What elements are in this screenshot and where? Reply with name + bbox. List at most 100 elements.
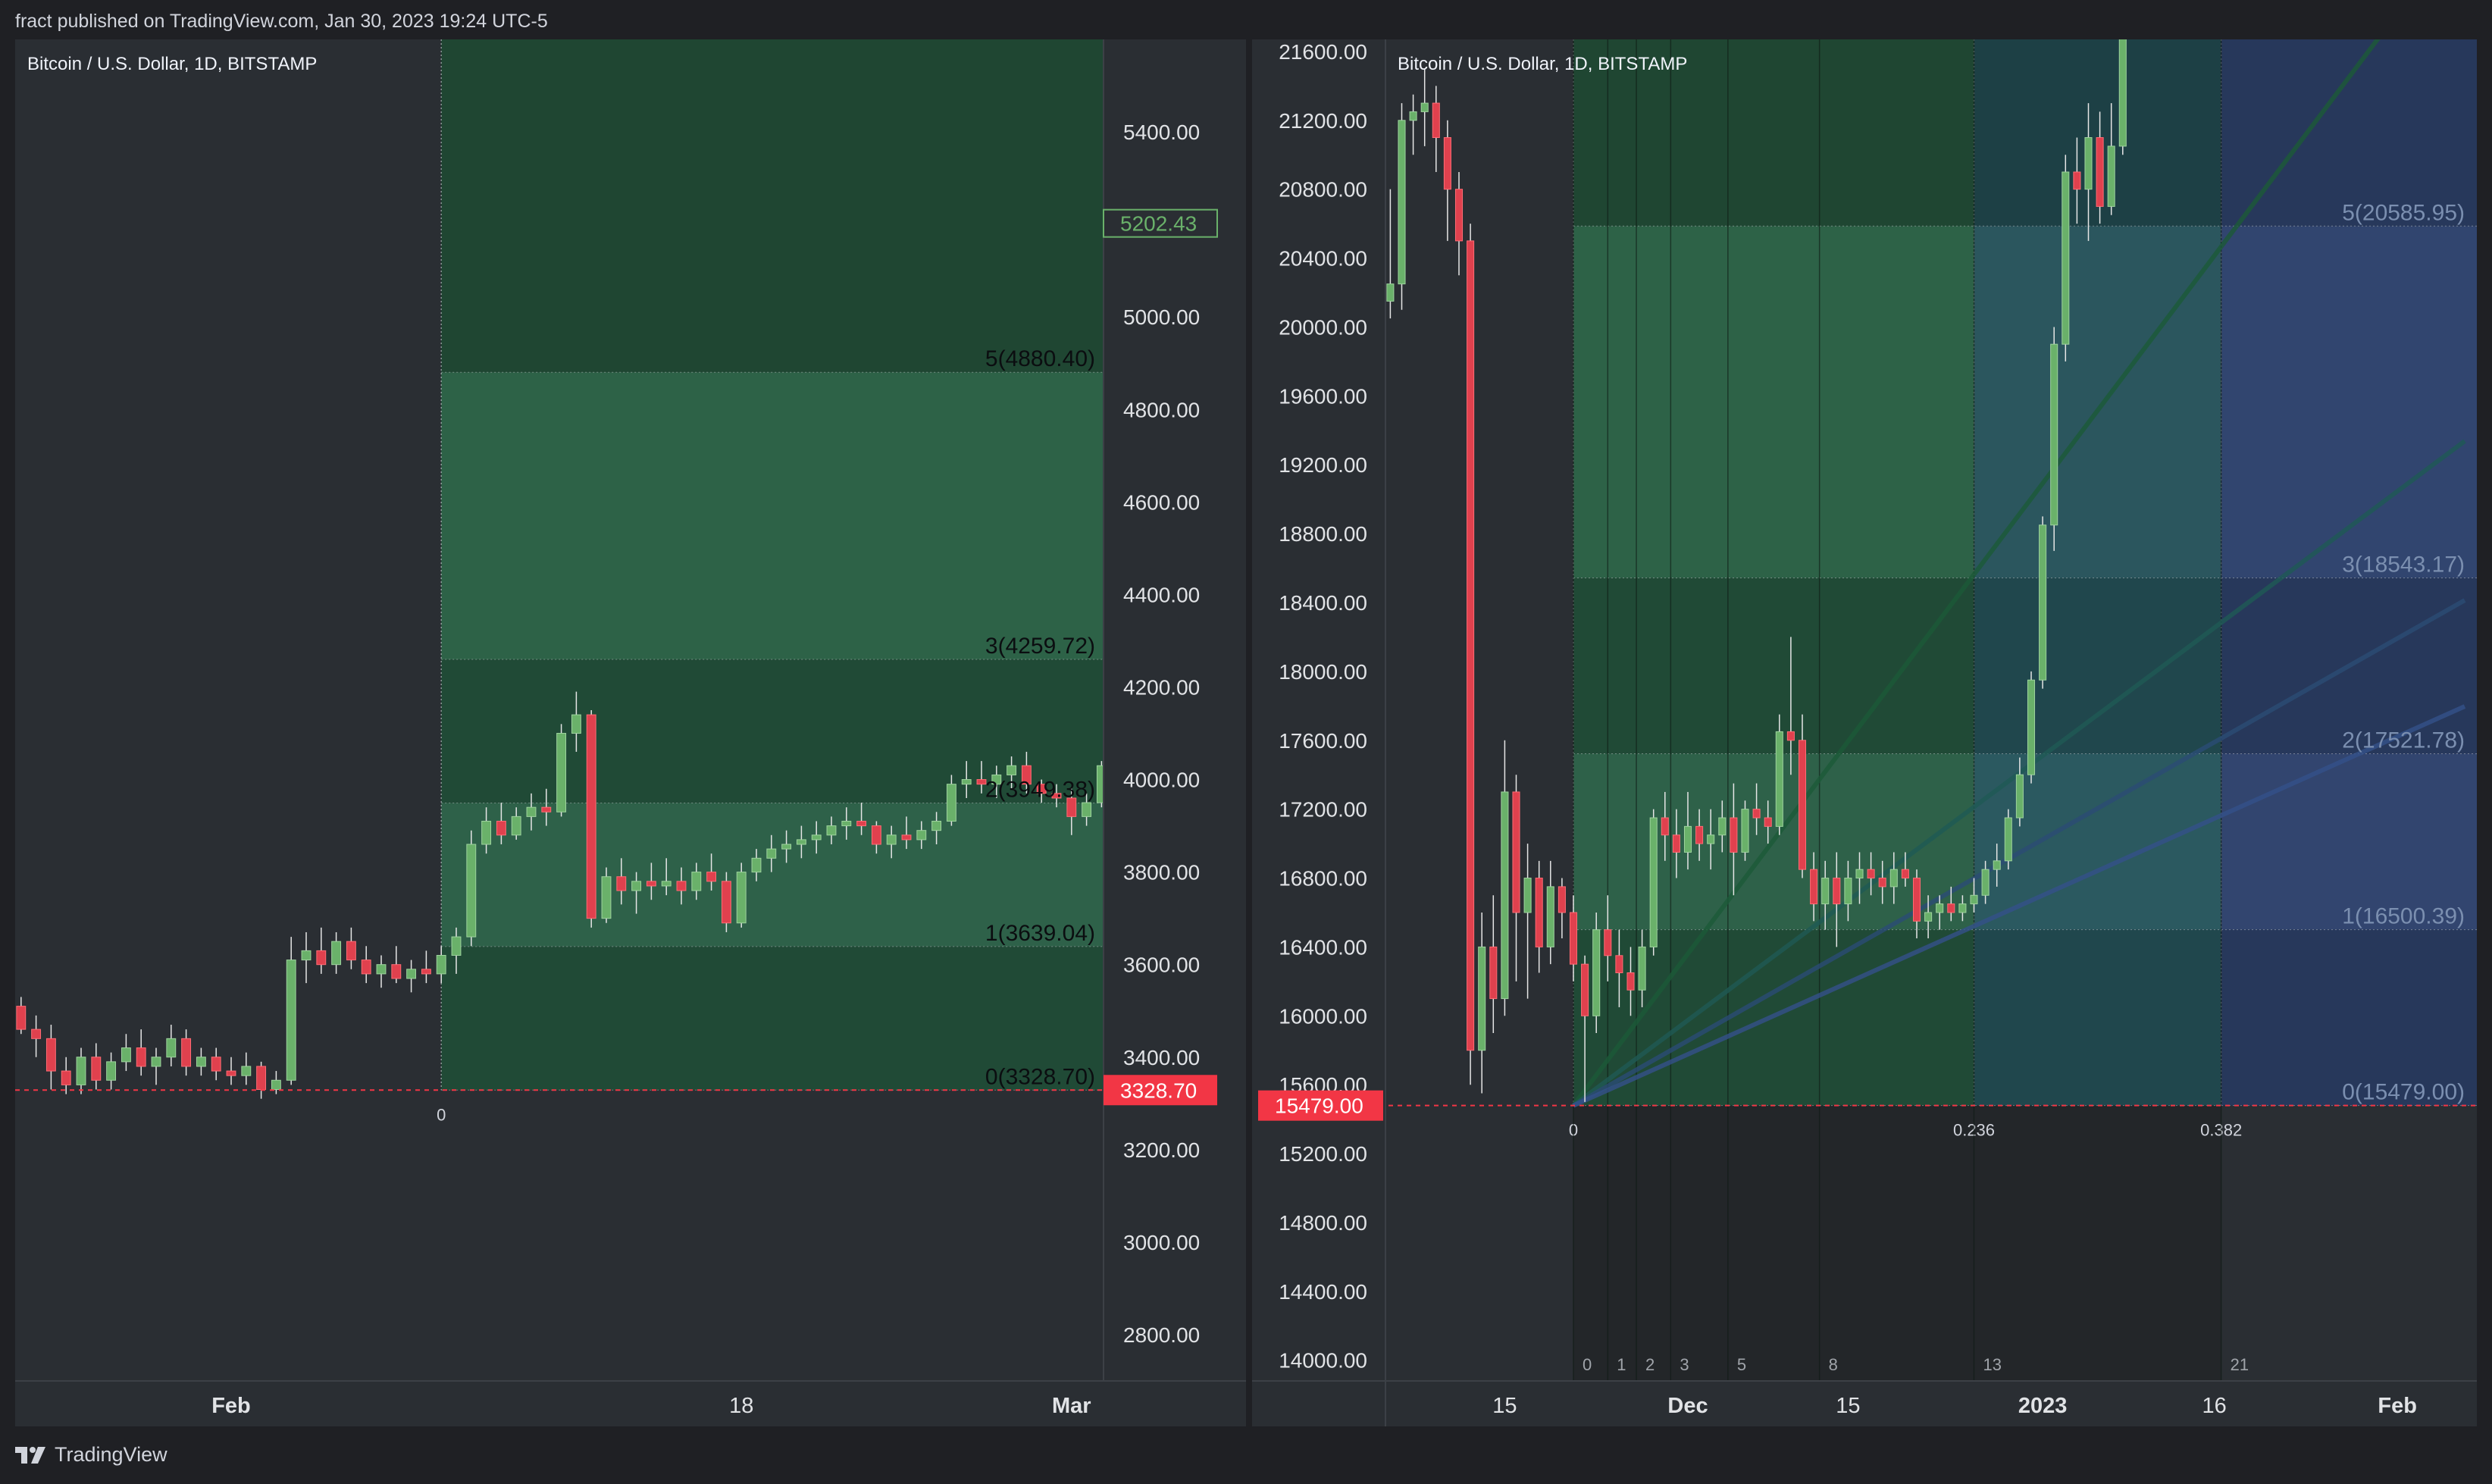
tradingview-logo-icon: [15, 1446, 45, 1464]
price-tick-label: 4600.00: [1123, 490, 1200, 514]
candle-body: [1958, 903, 1967, 913]
candle-body: [301, 950, 312, 961]
candle-body: [91, 1057, 102, 1081]
candle-body: [2062, 171, 2070, 345]
candle-body: [1432, 102, 1440, 139]
fib-zone-band: [1573, 226, 1974, 578]
candle-body: [1947, 903, 1955, 913]
time-tick-label: Mar: [1052, 1394, 1091, 1418]
fib-time-line-label: 5: [1737, 1355, 1746, 1374]
candle-body: [1546, 886, 1554, 947]
price-tick-label: 14000.00: [1279, 1349, 1367, 1373]
footer-bar: TradingView: [0, 1432, 2492, 1484]
candle-body: [1878, 878, 1886, 888]
candle-body: [1581, 963, 1589, 1016]
candle-body: [1901, 869, 1909, 879]
price-tick-label: 16800.00: [1279, 867, 1367, 891]
candle-body: [436, 954, 446, 975]
price-tick-label: 20400.00: [1279, 247, 1367, 271]
candle-body: [856, 820, 867, 827]
candle-body: [1409, 111, 1417, 121]
chart-panel-right[interactable]: 0 0.236 0.382 0 1 2 3 5 8 13 21 0(15479.00) 1(16500.…: [1252, 39, 2477, 1426]
chart-svg-left[interactable]: 00.2360.3820(3328.70)1(3639.04)2(3949.38…: [15, 39, 1246, 1426]
candle-body: [451, 936, 462, 956]
price-tick-label: 2800.00: [1123, 1323, 1200, 1347]
price-tick-label: 17600.00: [1279, 729, 1367, 753]
candle-body: [391, 964, 402, 979]
fib-level-label: 1(16500.39): [2342, 904, 2465, 929]
candle-body: [256, 1066, 267, 1090]
chart-svg-right[interactable]: 0 0.236 0.3820 1 2 3 5 8 13 210(15479.00)1(16500.…: [1252, 39, 2477, 1426]
time-tick-label: 15: [1492, 1394, 1517, 1418]
candle-body: [481, 820, 492, 845]
candle-body: [2027, 679, 2036, 775]
candle-body: [721, 881, 731, 924]
candle-body: [1604, 929, 1612, 956]
time-tick-label: Feb: [211, 1394, 251, 1418]
candle-body: [1638, 946, 1646, 991]
price-tick-label: 4400.00: [1123, 583, 1200, 606]
candle-body: [1775, 731, 1783, 827]
candle-body: [1489, 946, 1498, 1000]
low-price-label: 3328.70: [1120, 1079, 1197, 1102]
candle-body: [61, 1070, 71, 1085]
publish-header: fract published on TradingView.com, Jan …: [0, 0, 2492, 39]
price-tick-label: 14400.00: [1279, 1280, 1367, 1304]
candle-body: [181, 1038, 192, 1067]
candle-body: [1398, 120, 1406, 285]
time-tick-label: 16: [2202, 1394, 2226, 1418]
candle-body: [1786, 731, 1795, 741]
candle-body: [601, 876, 612, 919]
candle-body: [271, 1079, 281, 1090]
candle-body: [2050, 343, 2058, 526]
price-tick-label: 3200.00: [1123, 1138, 1200, 1162]
candle-body: [1683, 825, 1692, 853]
fib-time-line-label: 8: [1829, 1355, 1838, 1374]
candle-body: [376, 964, 387, 975]
candle-body: [1764, 817, 1772, 827]
candle-body: [1501, 791, 1509, 1000]
price-tick-label: 19600.00: [1279, 384, 1367, 408]
candle-body: [121, 1047, 131, 1063]
candle-body: [1855, 869, 1864, 879]
candle-body: [1523, 878, 1532, 913]
candle-body: [826, 825, 837, 836]
candle-body: [586, 714, 596, 919]
candle-body: [136, 1047, 146, 1067]
candle-body: [1535, 878, 1543, 947]
candle-body: [2118, 39, 2127, 147]
candle-body: [316, 950, 327, 966]
fib-level-label: 2(3949.38): [985, 777, 1095, 802]
price-tick-label: 16000.00: [1279, 1004, 1367, 1028]
candle-body: [16, 1006, 27, 1030]
candle-body: [1936, 903, 1944, 913]
fib-zone-band: [1573, 578, 1974, 754]
candle-body: [1741, 809, 1749, 853]
fib-level-label: 5(4880.40): [985, 346, 1095, 371]
candle-body: [76, 1057, 86, 1085]
candle-body: [421, 969, 431, 975]
price-tick-label: 16400.00: [1279, 935, 1367, 959]
candle-body: [31, 1028, 42, 1039]
candle-body: [2073, 171, 2081, 190]
candle-body: [1007, 765, 1017, 775]
candle-body: [2004, 817, 2012, 862]
candle-body: [1467, 240, 1475, 1051]
candle-body: [841, 820, 852, 827]
candle-body: [1478, 946, 1486, 1051]
tradingview-brand[interactable]: TradingView: [15, 1443, 167, 1467]
candle-body: [1420, 102, 1429, 112]
candle-body: [346, 941, 356, 961]
price-tick-label: 4200.00: [1123, 675, 1200, 699]
price-axis: [1252, 39, 1385, 1381]
time-tick-label: 15: [1836, 1394, 1860, 1418]
candle-body: [1889, 869, 1898, 888]
candle-body: [1981, 869, 1990, 896]
price-tick-label: 15200.00: [1279, 1142, 1367, 1166]
fib-time-line-label: 1: [1617, 1355, 1626, 1374]
candle-body: [2096, 137, 2104, 207]
candle-body: [1626, 972, 1635, 991]
chart-panel-left[interactable]: 00.2360.3820(3328.70)1(3639.04)2(3949.38…: [15, 39, 1246, 1426]
time-tick-label: 2023: [2018, 1394, 2068, 1418]
candle-body: [1970, 894, 1978, 905]
